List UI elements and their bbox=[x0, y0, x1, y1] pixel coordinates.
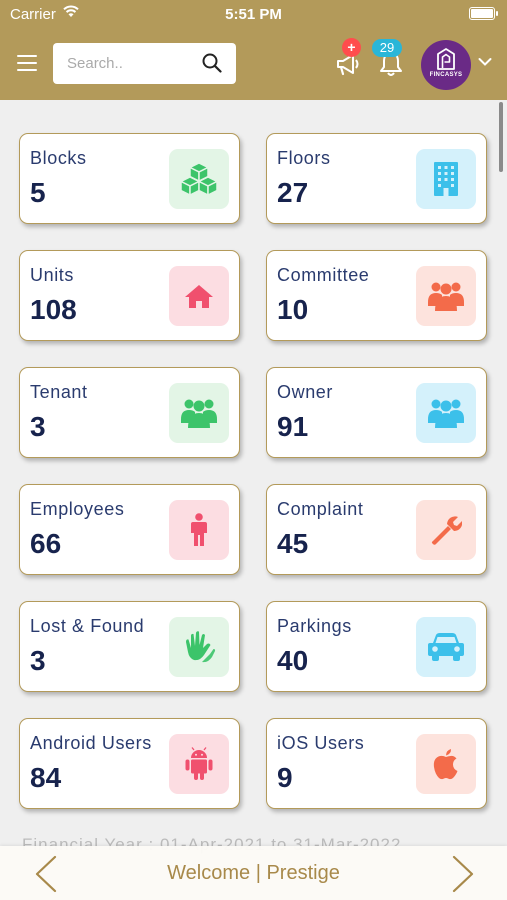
card-value: 27 bbox=[277, 177, 309, 208]
logo-icon bbox=[437, 48, 455, 70]
card-value: 45 bbox=[277, 528, 309, 559]
group-icon bbox=[428, 282, 464, 311]
notification-badge: 29 bbox=[372, 39, 402, 57]
scroll-indicator[interactable] bbox=[499, 102, 503, 172]
card-label: Lost & Found bbox=[30, 616, 145, 636]
group-icon bbox=[428, 399, 464, 428]
search-icon[interactable] bbox=[202, 53, 222, 73]
search-box bbox=[53, 43, 236, 84]
welcome-text: Welcome | Prestige bbox=[167, 862, 340, 884]
card-label: Floors bbox=[277, 148, 331, 168]
chevron-right-icon[interactable] bbox=[451, 855, 475, 893]
card-lost-found[interactable]: Lost & Found 3 bbox=[19, 601, 240, 692]
app-header: + 29 FINCASYS bbox=[0, 28, 507, 100]
status-bar: Carrier 5:51 PM bbox=[0, 0, 507, 28]
card-value: 3 bbox=[30, 645, 46, 676]
card-label: Android Users bbox=[30, 733, 152, 753]
avatar[interactable]: FINCASYS bbox=[421, 40, 471, 90]
card-value: 66 bbox=[30, 528, 62, 559]
chevron-down-icon[interactable] bbox=[478, 57, 492, 67]
card-label: iOS Users bbox=[277, 733, 365, 753]
icon-box bbox=[169, 383, 229, 443]
card-label: Employees bbox=[30, 499, 125, 519]
card-ios-users[interactable]: iOS Users 9 bbox=[266, 718, 487, 809]
card-value: 84 bbox=[30, 762, 62, 793]
card-label: Blocks bbox=[30, 148, 87, 168]
card-value: 10 bbox=[277, 294, 309, 325]
hands-icon bbox=[186, 631, 216, 663]
icon-box bbox=[169, 617, 229, 677]
card-parkings[interactable]: Parkings 40 bbox=[266, 601, 487, 692]
card-label: Parkings bbox=[277, 616, 352, 636]
card-label: Committee bbox=[277, 265, 370, 285]
apple-icon bbox=[433, 749, 458, 780]
car-icon bbox=[428, 633, 464, 661]
wrench-icon bbox=[431, 516, 462, 545]
icon-box bbox=[416, 500, 476, 560]
card-value: 9 bbox=[277, 762, 293, 793]
icon-box bbox=[169, 149, 229, 209]
card-blocks[interactable]: Blocks 5 bbox=[19, 133, 240, 224]
footer-bar: Welcome | Prestige bbox=[0, 846, 507, 900]
card-complaint[interactable]: Complaint 45 bbox=[266, 484, 487, 575]
card-android-users[interactable]: Android Users 84 bbox=[19, 718, 240, 809]
card-label: Complaint bbox=[277, 499, 364, 519]
card-label: Owner bbox=[277, 382, 334, 402]
icon-box bbox=[169, 500, 229, 560]
icon-box bbox=[169, 734, 229, 794]
card-owner[interactable]: Owner 91 bbox=[266, 367, 487, 458]
icon-box bbox=[416, 383, 476, 443]
card-value: 5 bbox=[30, 177, 46, 208]
cubes-icon bbox=[179, 162, 219, 197]
announcement-badge: + bbox=[342, 38, 361, 57]
battery-icon bbox=[469, 7, 498, 20]
card-value: 91 bbox=[277, 411, 309, 442]
card-units[interactable]: Units 108 bbox=[19, 250, 240, 341]
card-committee[interactable]: Committee 10 bbox=[266, 250, 487, 341]
icon-box bbox=[416, 149, 476, 209]
group-icon bbox=[181, 399, 217, 428]
card-label: Tenant bbox=[30, 382, 88, 402]
building-icon bbox=[434, 162, 458, 196]
icon-box bbox=[416, 617, 476, 677]
icon-box bbox=[416, 734, 476, 794]
icon-box bbox=[169, 266, 229, 326]
avatar-text: FINCASYS bbox=[429, 72, 463, 78]
card-value: 108 bbox=[30, 294, 77, 325]
menu-button[interactable] bbox=[17, 55, 37, 72]
card-tenant[interactable]: Tenant 3 bbox=[19, 367, 240, 458]
card-value: 40 bbox=[277, 645, 309, 676]
person-icon bbox=[191, 513, 207, 546]
home-icon bbox=[185, 285, 213, 308]
android-icon bbox=[185, 747, 213, 780]
icon-box bbox=[416, 266, 476, 326]
card-floors[interactable]: Floors 27 bbox=[266, 133, 487, 224]
card-label: Units bbox=[30, 265, 75, 285]
clock: 5:51 PM bbox=[225, 6, 282, 23]
card-value: 3 bbox=[30, 411, 46, 442]
search-input[interactable] bbox=[67, 43, 187, 84]
card-employees[interactable]: Employees 66 bbox=[19, 484, 240, 575]
